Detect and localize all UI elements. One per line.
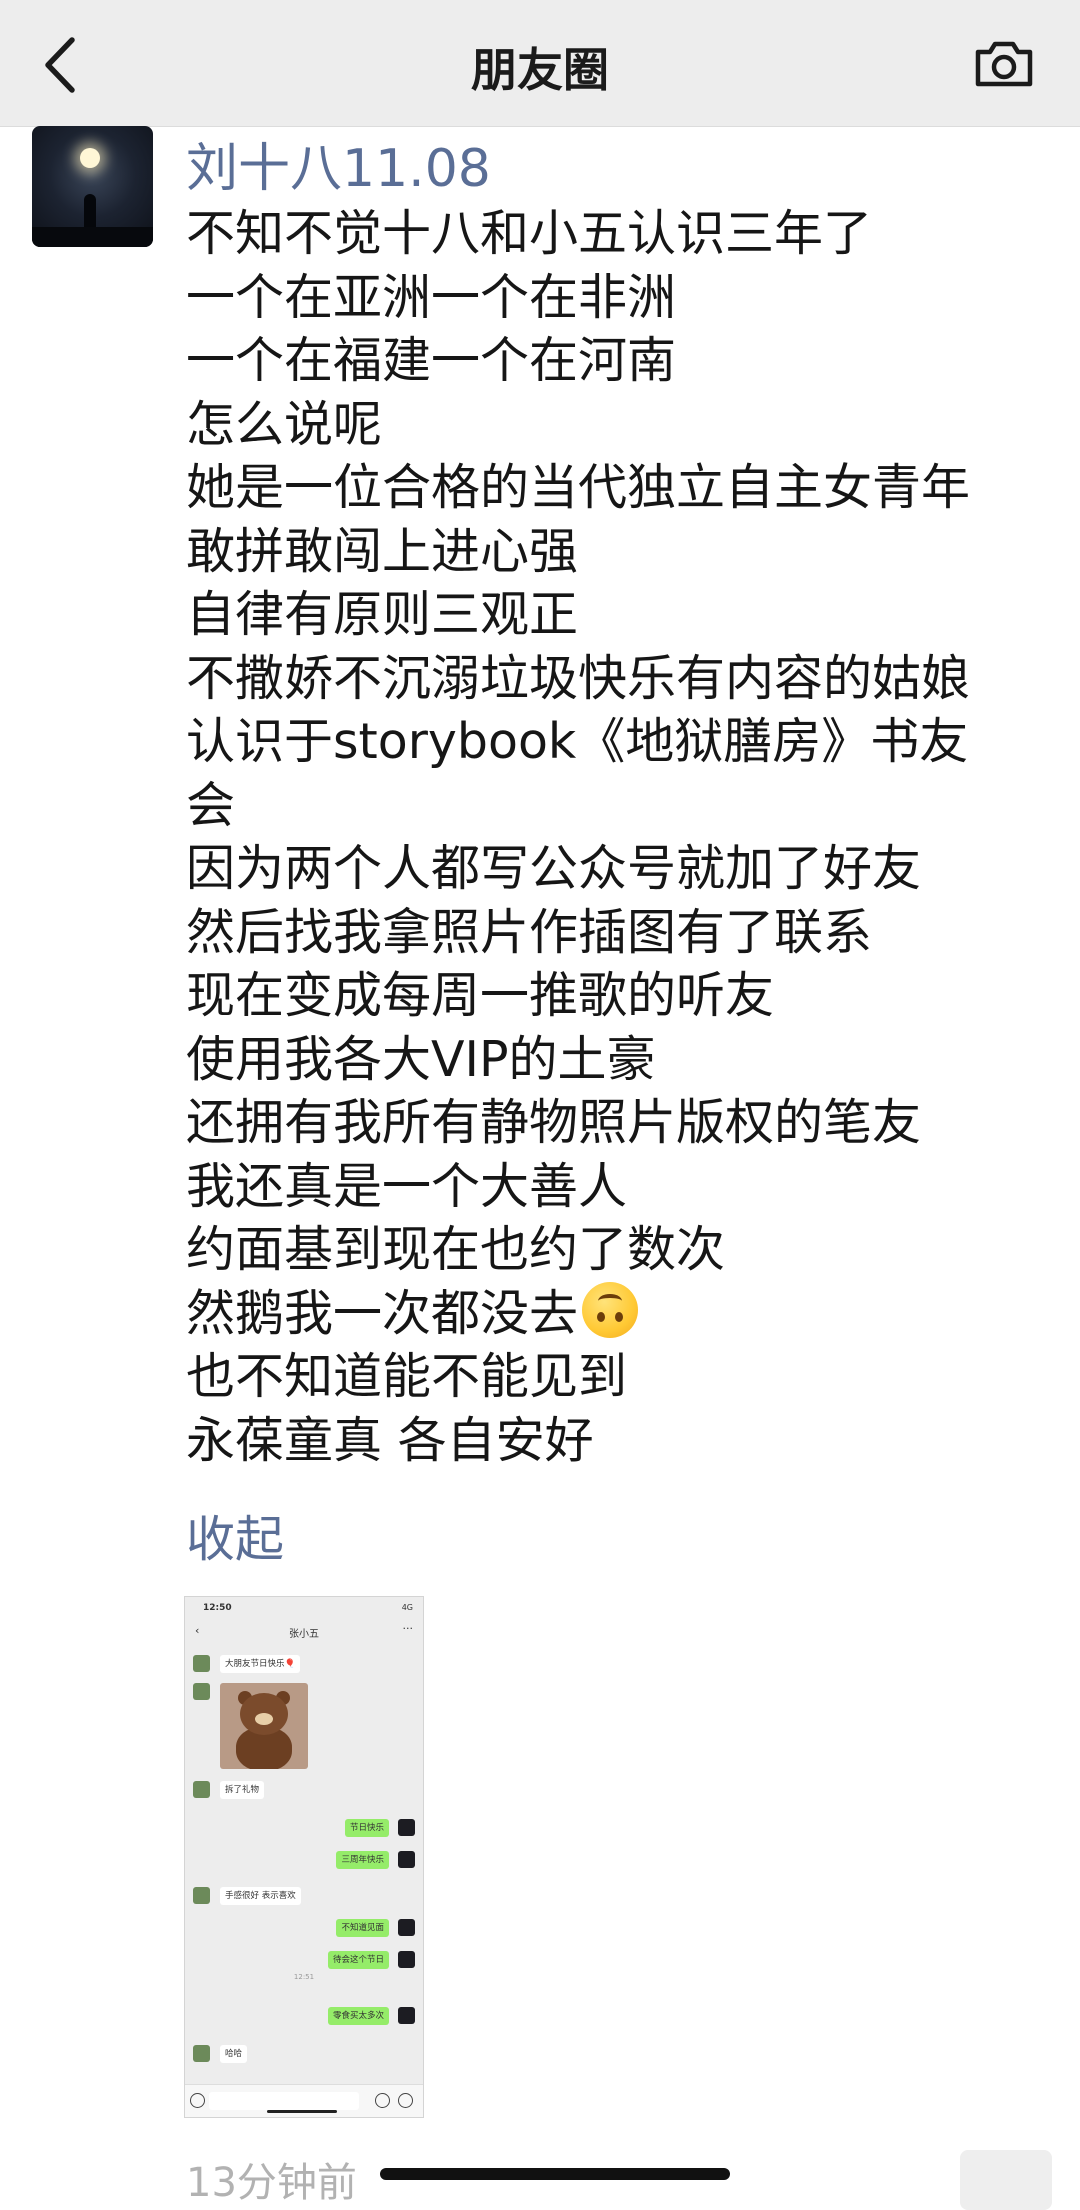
chat-bubble: 大朋友节日快乐🎈: [220, 1655, 301, 1673]
author-name[interactable]: 刘十八11.08: [186, 126, 491, 201]
post-line: 她是一位合格的当代独立自主女青年: [186, 459, 971, 516]
chat-bubble: 不知道见面: [336, 1919, 389, 1937]
post-content: 不知不觉十八和小五认识三年了 一个在亚洲一个在非洲 一个在福建一个在河南 怎么说…: [186, 202, 1056, 1472]
avatar: [193, 1887, 210, 1904]
chat-bubble: 拆了礼物: [220, 1781, 265, 1799]
post-line: 认识于storybook《地狱膳房》书友: [186, 713, 969, 770]
avatar: [398, 1819, 415, 1836]
camera-icon: [975, 41, 1033, 87]
status-bar: 12:50 4G: [185, 1597, 423, 1619]
chat-bubble: 三周年快乐: [336, 1851, 389, 1869]
avatar: [398, 1919, 415, 1936]
emoji-icon: [375, 2093, 390, 2108]
post-line: 一个在亚洲一个在非洲: [186, 268, 677, 326]
post-time: 13分钟前: [186, 2160, 357, 2206]
signal-indicator: 4G: [401, 1603, 413, 1612]
avatar: [398, 1951, 415, 1968]
chat-bubble: 待会这个节日: [327, 1951, 389, 1969]
chat-timestamp: 12:51: [293, 1973, 315, 1981]
post-line: 也不知道能不能见到: [186, 1348, 628, 1405]
voice-icon: [190, 2093, 205, 2108]
avatar: [193, 1781, 210, 1798]
avatar: [193, 2045, 210, 2062]
attached-image[interactable]: 12:50 4G ‹ 张小五 ··· 大朋友节日快乐🎈 拆了礼物 节日快乐 三周…: [184, 1596, 424, 2118]
post-line: 自律有原则三观正: [186, 586, 579, 643]
upside-down-face-emoji-icon: [582, 1281, 639, 1338]
avatar[interactable]: [32, 126, 153, 247]
post-line: 因为两个人都写公众号就加了好友: [186, 840, 922, 897]
post-line: 一个在福建一个在河南: [186, 332, 677, 389]
bear-photo: [220, 1683, 308, 1769]
chat-title: 张小五: [289, 1629, 319, 1640]
chat-bubble: 零食买太多次: [327, 2007, 389, 2025]
more-button[interactable]: [960, 2150, 1052, 2210]
post-line: 我还真是一个大善人: [186, 1157, 628, 1215]
chat-bubble: 手感很好 表示喜欢: [220, 1887, 301, 1905]
chat-input-field: [209, 2092, 359, 2110]
more-icon: ···: [402, 1622, 414, 1635]
page-title: 朋友圈: [471, 43, 609, 97]
post-line: 现在变成每周一推歌的听友: [186, 967, 775, 1024]
post-line: 然鹅我一次都没去: [186, 1281, 1056, 1346]
post-line: 敢拼敢闯上进心强: [186, 522, 579, 580]
home-indicator: [380, 2168, 730, 2180]
nav-bar: 朋友圈: [0, 0, 1080, 127]
post-line: 使用我各大VIP的土豪: [186, 1030, 656, 1088]
post-line: 会: [186, 776, 236, 834]
post-line: 约面基到现在也约了数次: [186, 1221, 726, 1278]
camera-button[interactable]: [972, 36, 1036, 92]
avatar: [193, 1655, 210, 1672]
avatar: [398, 2007, 415, 2024]
home-indicator: [267, 2110, 337, 2113]
post-line: 还拥有我所有静物照片版权的笔友: [186, 1094, 922, 1151]
post-line: 然后找我拿照片作插图有了联系: [186, 903, 873, 961]
status-time: 12:50: [203, 1603, 232, 1613]
collapse-link[interactable]: 收起: [186, 1500, 284, 1571]
post-line: 永葆童真 各自安好: [186, 1411, 594, 1469]
post-line: 不知不觉十八和小五认识三年了: [186, 205, 873, 262]
chat-bubble: 节日快乐: [344, 1819, 389, 1837]
post-line: 不撒娇不沉溺垃圾快乐有内容的姑娘: [186, 649, 971, 707]
avatar: [193, 1683, 210, 1700]
plus-icon: [398, 2093, 413, 2108]
chat-bubble: 哈哈: [220, 2045, 248, 2063]
post-line: 怎么说呢: [186, 395, 383, 453]
avatar: [398, 1851, 415, 1868]
